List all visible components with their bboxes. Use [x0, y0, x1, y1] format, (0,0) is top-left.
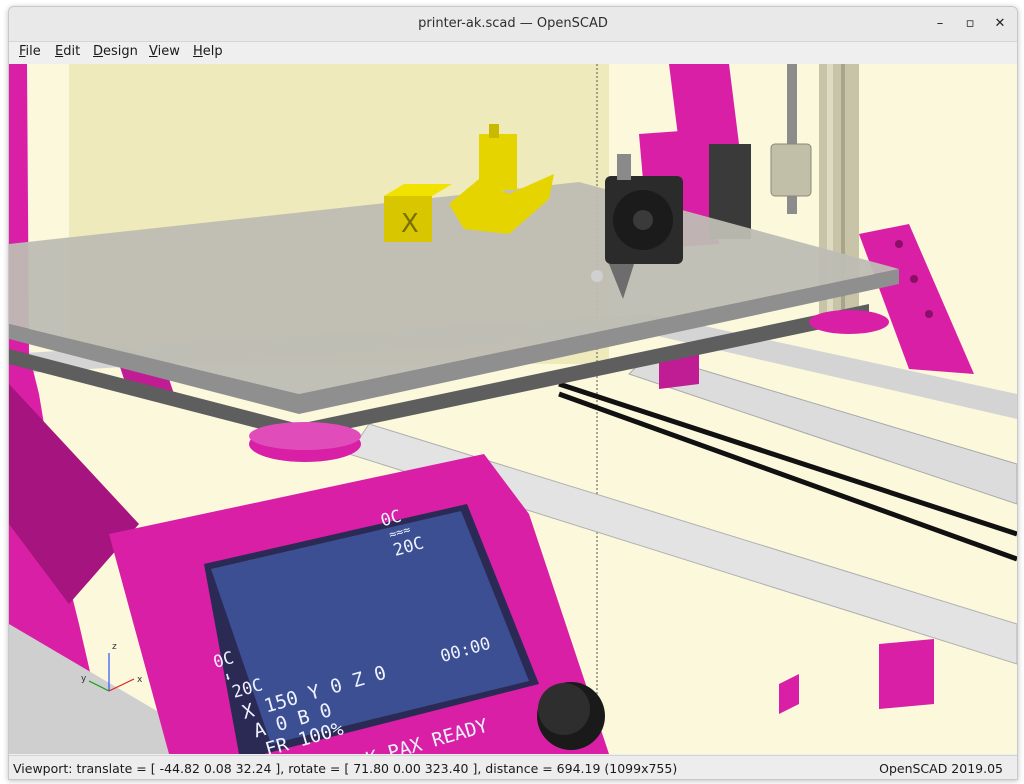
bowden-fitting [617, 154, 631, 180]
axis-y-label: y [81, 674, 87, 684]
menu-bar: File Edit Design View Help [9, 42, 1017, 63]
right-bracket [859, 224, 974, 374]
render-canvas[interactable]: X 0C ≈≈≈ 20C 0C ⬇ 20C X 150 Y 0 Z 0 00:0… [9, 64, 1017, 754]
menu-edit[interactable]: Edit [55, 44, 80, 59]
axis-x-label: x [137, 675, 143, 685]
bed-probe [591, 270, 603, 282]
close-button[interactable]: ✕ [989, 13, 1011, 35]
bed-knob-right[interactable] [809, 310, 889, 334]
maximize-button[interactable]: ▫ [959, 13, 981, 35]
viewport-status: Viewport: translate = [ -44.82 0.08 32.2… [13, 761, 678, 776]
rail-end-cap [879, 639, 934, 709]
3d-viewport[interactable]: X 0C ≈≈≈ 20C 0C ⬇ 20C X 150 Y 0 Z 0 00:0… [9, 64, 1017, 754]
minimize-button[interactable]: – [929, 13, 951, 35]
axis-z-label: z [112, 642, 117, 652]
status-bar: Viewport: translate = [ -44.82 0.08 32.2… [9, 755, 1017, 779]
menu-file[interactable]: File [19, 44, 41, 59]
menu-view[interactable]: View [149, 44, 180, 59]
menu-design[interactable]: Design [93, 44, 138, 59]
z-coupler [770, 143, 812, 197]
menu-help[interactable]: Help [193, 44, 223, 59]
window-title: printer-ak.scad — OpenSCAD [418, 16, 608, 31]
version-label: OpenSCAD 2019.05 [879, 761, 1003, 776]
openscad-window: printer-ak.scad — OpenSCAD – ▫ ✕ File Ed… [8, 6, 1018, 780]
svg-text:X: X [401, 209, 419, 239]
title-bar[interactable]: printer-ak.scad — OpenSCAD – ▫ ✕ [9, 7, 1017, 42]
